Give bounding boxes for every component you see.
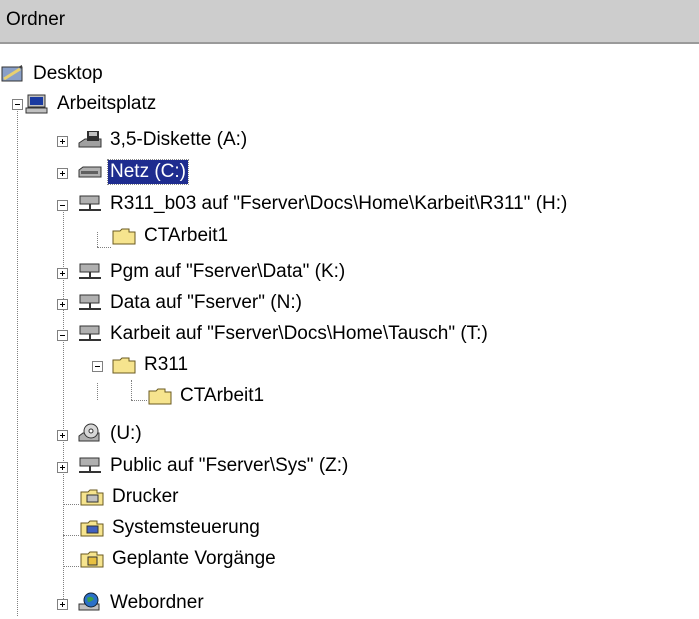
- desktop-icon: [0, 63, 26, 85]
- tree-line: [63, 566, 79, 567]
- expand-toggle[interactable]: [57, 136, 68, 147]
- tree-item-geplante-vorgaenge[interactable]: Geplante Vorgänge: [79, 543, 278, 575]
- tree-line: [131, 380, 132, 400]
- tree-item-label: Desktop: [33, 63, 103, 84]
- tree-item-label: Webordner: [110, 592, 204, 613]
- collapse-toggle[interactable]: [12, 99, 23, 110]
- folder-icon: [111, 225, 137, 247]
- expand-toggle[interactable]: [57, 599, 68, 610]
- web-folders-icon: [77, 592, 103, 614]
- tree-item-floppy[interactable]: 3,5-Diskette (A:): [77, 124, 249, 156]
- tree-item-label: Geplante Vorgänge: [112, 548, 276, 569]
- network-drive-icon: [77, 261, 103, 283]
- tree-item-ctarbeit1[interactable]: CTArbeit1: [147, 380, 266, 412]
- tree-line: [63, 201, 64, 605]
- collapse-toggle[interactable]: [92, 361, 103, 372]
- printers-folder-icon: [79, 486, 105, 508]
- tree-line: [97, 247, 111, 248]
- tree-item-label: Netz (C:): [107, 159, 189, 185]
- floppy-drive-icon: [77, 129, 103, 151]
- tree-item-label: Arbeitsplatz: [57, 93, 157, 114]
- pane-title: Ordner: [6, 9, 66, 30]
- tree-line: [63, 535, 79, 536]
- tree-item-netz[interactable]: Netz (C:): [77, 156, 189, 188]
- tree-line: [97, 383, 98, 400]
- tree-item-network-drive-t[interactable]: Karbeit auf "Fserver\Docs\Home\Tausch" (…: [77, 318, 490, 350]
- tree-item-ctarbeit1[interactable]: CTArbeit1: [111, 220, 230, 252]
- tree-item-network-drive-z[interactable]: Public auf "Fserver\Sys" (Z:): [77, 450, 350, 482]
- expand-toggle[interactable]: [57, 268, 68, 279]
- tree-item-label: Public auf "Fserver\Sys" (Z:): [110, 455, 349, 476]
- network-drive-icon: [77, 193, 103, 215]
- tree-item-webordner[interactable]: Webordner: [77, 587, 206, 619]
- tree-item-network-drive-h[interactable]: R311_b03 auf "Fserver\Docs\Home\Karbeit\…: [77, 188, 569, 220]
- tree-item-systemsteuerung[interactable]: Systemsteuerung: [79, 512, 262, 544]
- cd-drive-icon: [77, 423, 103, 445]
- control-panel-icon: [79, 517, 105, 539]
- collapse-toggle[interactable]: [57, 330, 68, 341]
- tree-item-cd-drive-u[interactable]: (U:): [77, 418, 144, 450]
- tree-item-label: Systemsteuerung: [112, 517, 260, 538]
- expand-toggle[interactable]: [57, 462, 68, 473]
- tree-item-label: (U:): [110, 423, 142, 444]
- tree-line: [63, 504, 79, 505]
- expand-toggle[interactable]: [57, 299, 68, 310]
- tree-item-label: R311: [144, 354, 189, 375]
- tree-item-arbeitsplatz[interactable]: Arbeitsplatz: [24, 88, 158, 120]
- tree-item-label: Drucker: [112, 486, 179, 507]
- tree-item-label: CTArbeit1: [144, 225, 229, 246]
- tree-item-label: Data auf "Fserver" (N:): [110, 292, 302, 313]
- folder-icon: [147, 385, 173, 407]
- tree-item-label: R311_b03 auf "Fserver\Docs\Home\Karbeit\…: [110, 193, 568, 214]
- tree-item-network-drive-n[interactable]: Data auf "Fserver" (N:): [77, 287, 304, 319]
- tree-item-desktop[interactable]: Desktop: [0, 58, 105, 90]
- tree-item-label: 3,5-Diskette (A:): [110, 129, 248, 150]
- network-drive-icon: [77, 292, 103, 314]
- expand-toggle[interactable]: [57, 168, 68, 179]
- network-drive-icon: [77, 455, 103, 477]
- scheduled-tasks-icon: [79, 548, 105, 570]
- tree-line: [17, 105, 18, 616]
- tree-line: [97, 232, 98, 247]
- network-drive-icon: [77, 323, 103, 345]
- expand-toggle[interactable]: [57, 430, 68, 441]
- collapse-toggle[interactable]: [57, 200, 68, 211]
- folder-tree[interactable]: Desktop Arbeitsplatz 3,5-Diskette (A:) N…: [0, 44, 699, 616]
- computer-icon: [24, 93, 50, 115]
- tree-item-label: Karbeit auf "Fserver\Docs\Home\Tausch" (…: [110, 323, 488, 344]
- tree-item-label: CTArbeit1: [180, 385, 265, 406]
- pane-header: Ordner: [0, 0, 699, 44]
- hard-drive-icon: [77, 161, 103, 183]
- tree-item-label: Pgm auf "Fserver\Data" (K:): [110, 261, 346, 282]
- folder-icon: [111, 354, 137, 376]
- tree-item-r311[interactable]: R311: [111, 349, 190, 381]
- tree-item-drucker[interactable]: Drucker: [79, 481, 181, 513]
- tree-item-network-drive-k[interactable]: Pgm auf "Fserver\Data" (K:): [77, 256, 347, 288]
- tree-line: [131, 400, 147, 401]
